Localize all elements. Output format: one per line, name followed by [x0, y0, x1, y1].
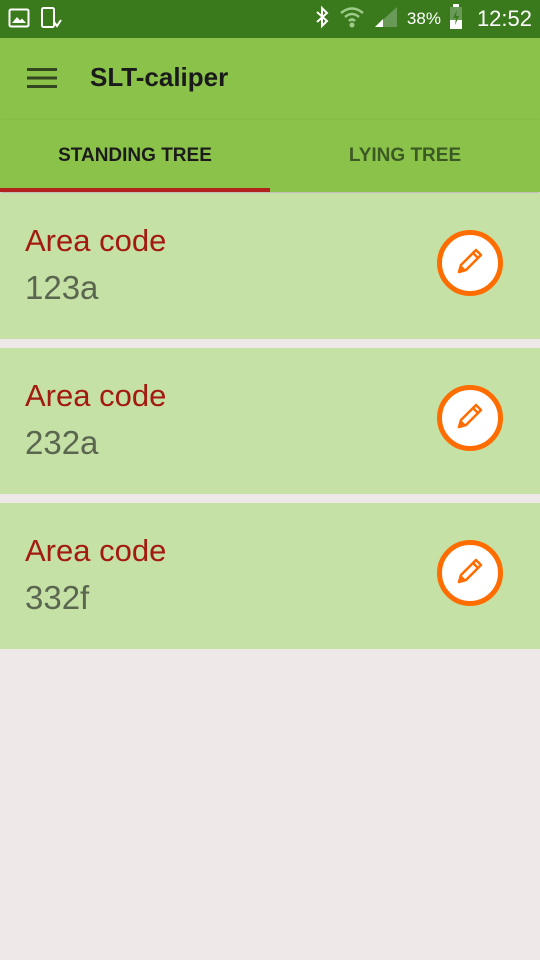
- pencil-icon: [453, 399, 487, 438]
- area-code-label: Area code: [25, 378, 167, 413]
- area-code-label: Area code: [25, 533, 167, 568]
- tab-lying-tree[interactable]: LYING TREE: [270, 120, 540, 192]
- area-code-value: 232a: [25, 424, 99, 461]
- status-bar: 38% 12:52: [0, 0, 540, 38]
- edit-button[interactable]: [437, 540, 503, 606]
- pencil-icon: [453, 554, 487, 593]
- edit-button[interactable]: [437, 230, 503, 296]
- list-item[interactable]: Area code 123a: [0, 193, 540, 339]
- gallery-icon: [8, 7, 30, 34]
- hamburger-menu-icon: [27, 67, 57, 94]
- area-code-value: 123a: [25, 269, 99, 306]
- edit-button[interactable]: [437, 385, 503, 451]
- area-code-label: Area code: [25, 223, 167, 258]
- pencil-icon: [453, 244, 487, 283]
- status-left-icons: [8, 6, 62, 35]
- list-item[interactable]: Area code 332f: [0, 503, 540, 649]
- menu-button[interactable]: [20, 60, 64, 100]
- list-item[interactable]: Area code 232a: [0, 348, 540, 494]
- device-update-icon: [40, 6, 62, 35]
- battery-charging-icon: [449, 3, 463, 35]
- area-code-value: 332f: [25, 579, 90, 616]
- battery-percentage: 38%: [406, 9, 441, 28]
- tab-standing-tree[interactable]: STANDING TREE: [0, 120, 270, 192]
- bluetooth-icon: [313, 5, 331, 34]
- status-right-area: 38% 12:52: [313, 0, 532, 38]
- clock: 12:52: [476, 6, 532, 31]
- app-title: SLT-caliper: [90, 62, 229, 92]
- wifi-icon: [339, 5, 365, 34]
- app-bar: SLT-caliper: [0, 38, 540, 120]
- area-list: Area code 123a Area code 232a Area code …: [0, 193, 540, 658]
- tab-bar: STANDING TREE LYING TREE: [0, 120, 540, 192]
- signal-icon: [373, 5, 399, 34]
